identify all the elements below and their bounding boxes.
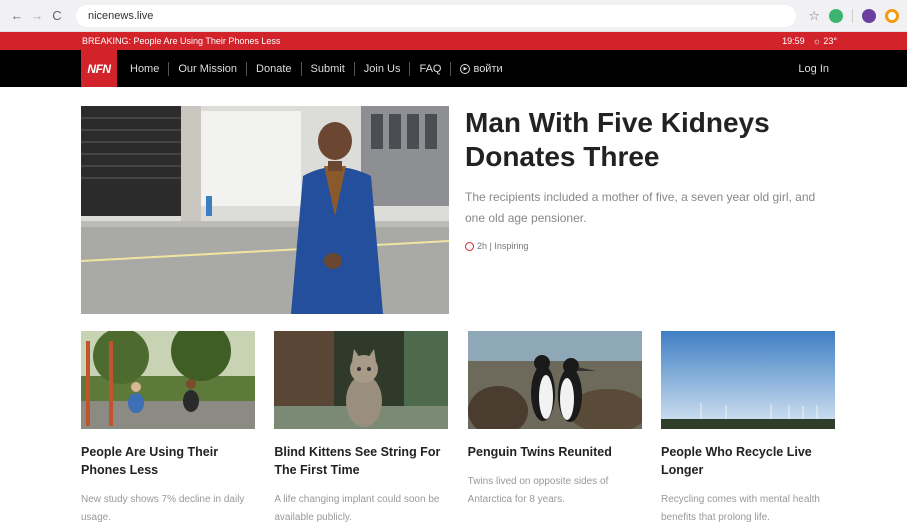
hero-headline[interactable]: Man With Five Kidneys Donates Three xyxy=(465,106,835,174)
site-logo[interactable]: NFN xyxy=(81,50,117,87)
nav-login-ru[interactable]: ▶ войти xyxy=(451,62,511,76)
card-description: Twins lived on opposite sides of Antarct… xyxy=(467,476,609,505)
weather-readout: ☼ 23° xyxy=(812,36,837,46)
card-image-kittens[interactable] xyxy=(274,331,449,429)
hero-photo xyxy=(81,106,449,314)
nav-home[interactable]: Home xyxy=(121,61,170,76)
article-card-phones[interactable]: People Are Using Their Phones Less New s… xyxy=(81,331,255,527)
nav-faq[interactable]: FAQ xyxy=(410,61,452,76)
extension-purple-icon[interactable] xyxy=(862,8,876,23)
bookmark-star-icon[interactable]: ☆ xyxy=(808,8,820,24)
login-arrow-icon: ▶ xyxy=(460,63,471,74)
card-title[interactable]: Blind Kittens See String For The First T… xyxy=(274,443,448,479)
logo-text: NFN xyxy=(87,61,111,76)
back-icon[interactable]: ← xyxy=(8,7,26,25)
wind-farm-photo xyxy=(660,331,835,429)
hero-image[interactable] xyxy=(81,106,449,314)
card-image-recycle[interactable] xyxy=(660,331,835,429)
address-bar[interactable]: nicenews.live xyxy=(76,4,797,27)
card-image-penguins[interactable] xyxy=(467,331,642,429)
extension-green-icon[interactable] xyxy=(829,8,843,23)
penguin-photo xyxy=(467,331,642,429)
nav-login-ru-label: войти xyxy=(473,62,503,75)
article-cards: People Are Using Their Phones Less New s… xyxy=(81,331,835,527)
article-card-penguins[interactable]: Penguin Twins Reunited Twins lived on op… xyxy=(467,331,642,527)
card-title[interactable]: People Are Using Their Phones Less xyxy=(81,443,255,479)
article-card-kittens[interactable]: Blind Kittens See String For The First T… xyxy=(274,331,449,527)
card-description: A life changing implant could soon be av… xyxy=(274,494,440,523)
card-title[interactable]: Penguin Twins Reunited xyxy=(468,443,642,461)
clock-time: 19:59 xyxy=(782,36,805,46)
card-description: Recycling comes with mental health benef… xyxy=(660,494,820,523)
card-title[interactable]: People Who Recycle Live Longer xyxy=(661,443,835,479)
browser-toolbar: ← → C nicenews.live ☆ xyxy=(0,0,907,32)
site-navigation: NFN Home Our Mission Donate Submit Join … xyxy=(0,50,907,87)
login-link[interactable]: Log In xyxy=(798,63,829,75)
nav-join-us[interactable]: Join Us xyxy=(355,61,411,76)
nav-links: Home Our Mission Donate Submit Join Us F… xyxy=(121,61,798,76)
hero-meta-text: 2h | Inspiring xyxy=(477,241,529,251)
clock-icon xyxy=(465,241,474,251)
hero-meta: 2h | Inspiring xyxy=(465,241,835,251)
hero-text-block: Man With Five Kidneys Donates Three The … xyxy=(449,106,835,314)
breaking-news-bar: BREAKING: People Are Using Their Phones … xyxy=(0,32,907,50)
toolbar-divider xyxy=(852,8,853,23)
playground-photo xyxy=(81,331,255,429)
nav-our-mission[interactable]: Our Mission xyxy=(169,61,248,76)
kitten-photo xyxy=(274,331,449,429)
extension-orange-icon[interactable] xyxy=(885,8,899,23)
card-image-phones[interactable] xyxy=(81,331,255,429)
hero-subtitle: The recipients included a mother of five… xyxy=(465,190,816,225)
breaking-news-text[interactable]: BREAKING: People Are Using Their Phones … xyxy=(82,36,280,46)
nav-submit[interactable]: Submit xyxy=(302,61,355,76)
nav-donate[interactable]: Donate xyxy=(247,61,302,76)
hero-article[interactable]: Man With Five Kidneys Donates Three The … xyxy=(81,106,835,314)
forward-icon[interactable]: → xyxy=(28,7,46,25)
card-description: New study shows 7% decline in daily usag… xyxy=(81,494,245,523)
article-card-recycle[interactable]: People Who Recycle Live Longer Recycling… xyxy=(660,331,835,527)
url-text: nicenews.live xyxy=(88,9,154,22)
reload-icon[interactable]: C xyxy=(48,7,66,25)
